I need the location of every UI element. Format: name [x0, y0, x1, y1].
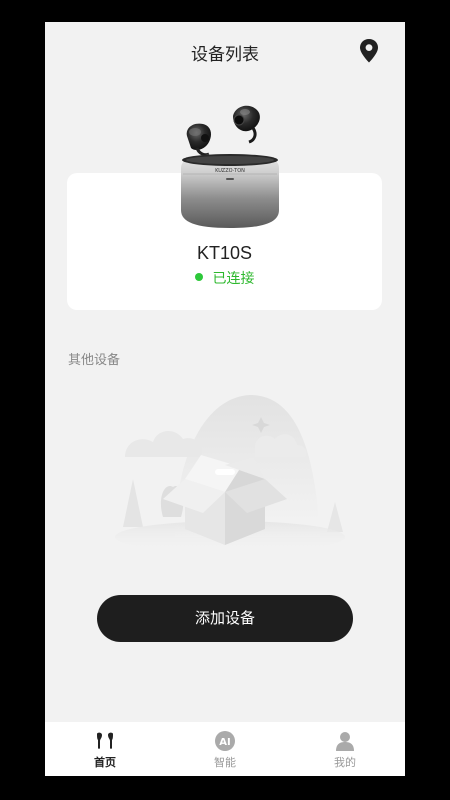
device-status: 已连接	[67, 268, 382, 288]
page-title: 设备列表	[191, 45, 259, 65]
case-brand-text: KUZZO·TON	[215, 168, 245, 174]
header: 设备列表	[45, 22, 405, 78]
tab-mine-label: 我的	[334, 756, 356, 769]
status-text: 已连接	[212, 271, 255, 287]
location-pin-icon[interactable]	[357, 38, 381, 64]
tab-smart[interactable]: AI 智能	[165, 722, 285, 776]
tab-smart-label: 智能	[214, 756, 236, 769]
earbuds-product-image: KUZZO·TON	[181, 105, 279, 228]
earbuds-icon	[97, 732, 113, 749]
empty-box-illustration	[115, 395, 345, 553]
status-dot	[194, 273, 203, 281]
other-devices-label: 其他设备	[68, 353, 121, 368]
tab-home[interactable]: 首页	[45, 722, 165, 776]
tab-mine[interactable]: 我的	[285, 722, 405, 776]
bottom-tabbar: 首页 AI 智能 我的	[45, 722, 405, 776]
person-icon	[336, 732, 354, 751]
add-device-button[interactable]: 添加设备	[97, 595, 353, 642]
ai-icon: AI	[215, 731, 235, 751]
device-list-screen: 设备列表 KT10S 已连接 KUZZO·TON 其他设备 添加设备 首页 AI…	[45, 22, 405, 776]
device-name: KT10S	[196, 243, 253, 263]
tab-home-label: 首页	[94, 756, 116, 769]
svg-text:AI: AI	[219, 737, 230, 748]
